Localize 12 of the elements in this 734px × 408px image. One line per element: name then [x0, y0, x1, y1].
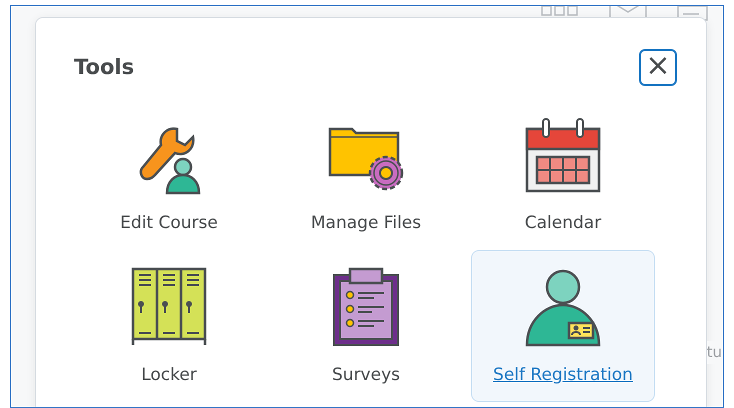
- tool-link[interactable]: Surveys: [332, 365, 400, 386]
- calendar-icon[interactable]: [523, 115, 603, 195]
- person-badge-icon[interactable]: [523, 267, 603, 347]
- locker-icon[interactable]: [129, 267, 209, 347]
- tool-link[interactable]: Locker: [141, 365, 197, 386]
- tool-link[interactable]: Edit Course: [120, 213, 218, 234]
- tool-link[interactable]: Self Registration: [493, 365, 633, 386]
- tool-link[interactable]: Manage Files: [310, 213, 422, 234]
- close-button[interactable]: ×: [639, 49, 677, 86]
- tool-tile[interactable]: Self Registration: [471, 250, 655, 402]
- tool-link[interactable]: Calendar: [524, 213, 602, 234]
- dialog-title: Tools: [74, 54, 134, 80]
